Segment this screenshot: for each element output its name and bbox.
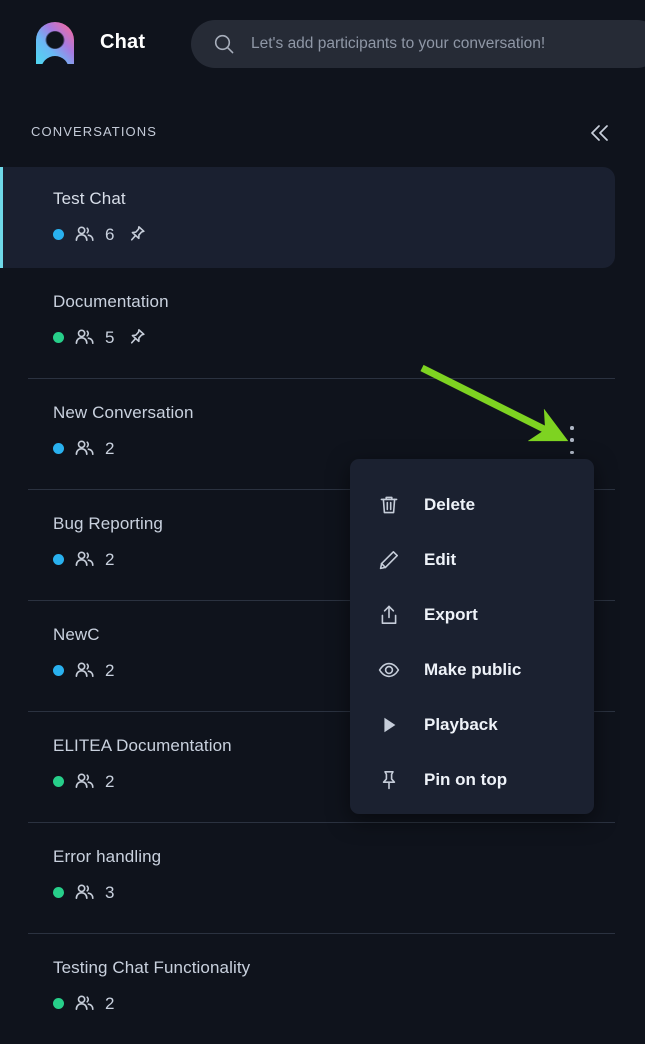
conversation-meta: 6 (53, 224, 615, 244)
more-vertical-icon[interactable] (566, 424, 578, 456)
conversation-item[interactable]: Error handling 3 (0, 823, 645, 934)
elitea-logo-icon (31, 20, 79, 68)
conversation-context-menu: Delete Edit Export Make public Playback Pin o… (350, 459, 594, 814)
context-menu-label: Pin on top (424, 769, 508, 789)
participant-count: 2 (105, 438, 115, 458)
play-triangle-icon (378, 714, 400, 736)
conversation-meta: 2 (53, 993, 645, 1013)
conversation-title: Documentation (53, 292, 169, 311)
conversation-meta: 3 (53, 882, 645, 902)
conversation-title: Error handling (53, 847, 162, 866)
participant-count: 5 (105, 327, 115, 347)
context-menu-label: Delete (424, 494, 476, 514)
conversation-title: Testing Chat Functionality (53, 958, 251, 977)
search-icon (213, 33, 235, 55)
share-upload-icon (378, 604, 400, 626)
people-icon (74, 549, 95, 570)
context-menu-item-pin-on-top[interactable]: Pin on top (350, 752, 594, 807)
participant-count: 2 (105, 549, 115, 569)
app-title: Chat (100, 31, 146, 53)
pin-icon (127, 328, 146, 347)
people-icon (74, 327, 95, 348)
conversation-meta: 5 (53, 327, 645, 347)
people-icon (74, 993, 95, 1014)
participant-count: 6 (105, 224, 115, 244)
eye-icon (378, 659, 400, 681)
search-input[interactable]: Let's add participants to your conversat… (191, 20, 645, 68)
participant-count: 2 (105, 660, 115, 680)
people-icon (74, 438, 95, 459)
context-menu-item-playback[interactable]: Playback (350, 697, 594, 752)
context-menu-item-delete[interactable]: Delete (350, 477, 594, 532)
status-dot (53, 553, 64, 565)
conversation-title: New Conversation (53, 403, 194, 422)
chevron-double-left-icon[interactable] (587, 120, 613, 146)
kebab-dot (570, 438, 574, 442)
participant-count: 3 (105, 882, 115, 902)
status-dot (53, 775, 64, 787)
pin-icon (127, 225, 146, 244)
context-menu-item-edit[interactable]: Edit (350, 532, 594, 587)
trash-icon (378, 494, 400, 516)
search-placeholder: Let's add participants to your conversat… (251, 35, 546, 52)
chat-sidebar-app: Chat Let's add participants to your conv… (0, 0, 645, 1044)
people-icon (74, 224, 95, 245)
people-icon (74, 660, 95, 681)
section-title: CONVERSATIONS (31, 124, 158, 139)
conversation-item[interactable]: Test Chat 6 (0, 167, 615, 268)
conversation-item[interactable]: Documentation 5 (0, 268, 645, 379)
kebab-dot (570, 450, 574, 454)
status-dot (53, 331, 64, 343)
people-icon (74, 771, 95, 792)
status-dot (53, 997, 64, 1009)
pencil-icon (378, 549, 400, 571)
pin-icon (378, 769, 400, 791)
context-menu-item-export[interactable]: Export (350, 587, 594, 642)
status-dot (53, 228, 64, 240)
conversations-section-header: CONVERSATIONS (0, 120, 645, 150)
kebab-dot (570, 426, 574, 430)
status-dot (53, 442, 64, 454)
conversation-item[interactable]: Testing Chat Functionality 2 (0, 934, 645, 1044)
app-header: Chat Let's add participants to your conv… (0, 0, 645, 88)
status-dot (53, 886, 64, 898)
context-menu-label: Playback (424, 714, 498, 734)
context-menu-item-make-public[interactable]: Make public (350, 642, 594, 697)
status-dot (53, 664, 64, 676)
conversation-title: Test Chat (53, 189, 126, 208)
participant-count: 2 (105, 993, 115, 1013)
context-menu-label: Export (424, 604, 478, 624)
participant-count: 2 (105, 771, 115, 791)
conversation-meta: 2 (53, 438, 645, 458)
context-menu-label: Edit (424, 549, 457, 569)
people-icon (74, 882, 95, 903)
context-menu-label: Make public (424, 659, 522, 679)
